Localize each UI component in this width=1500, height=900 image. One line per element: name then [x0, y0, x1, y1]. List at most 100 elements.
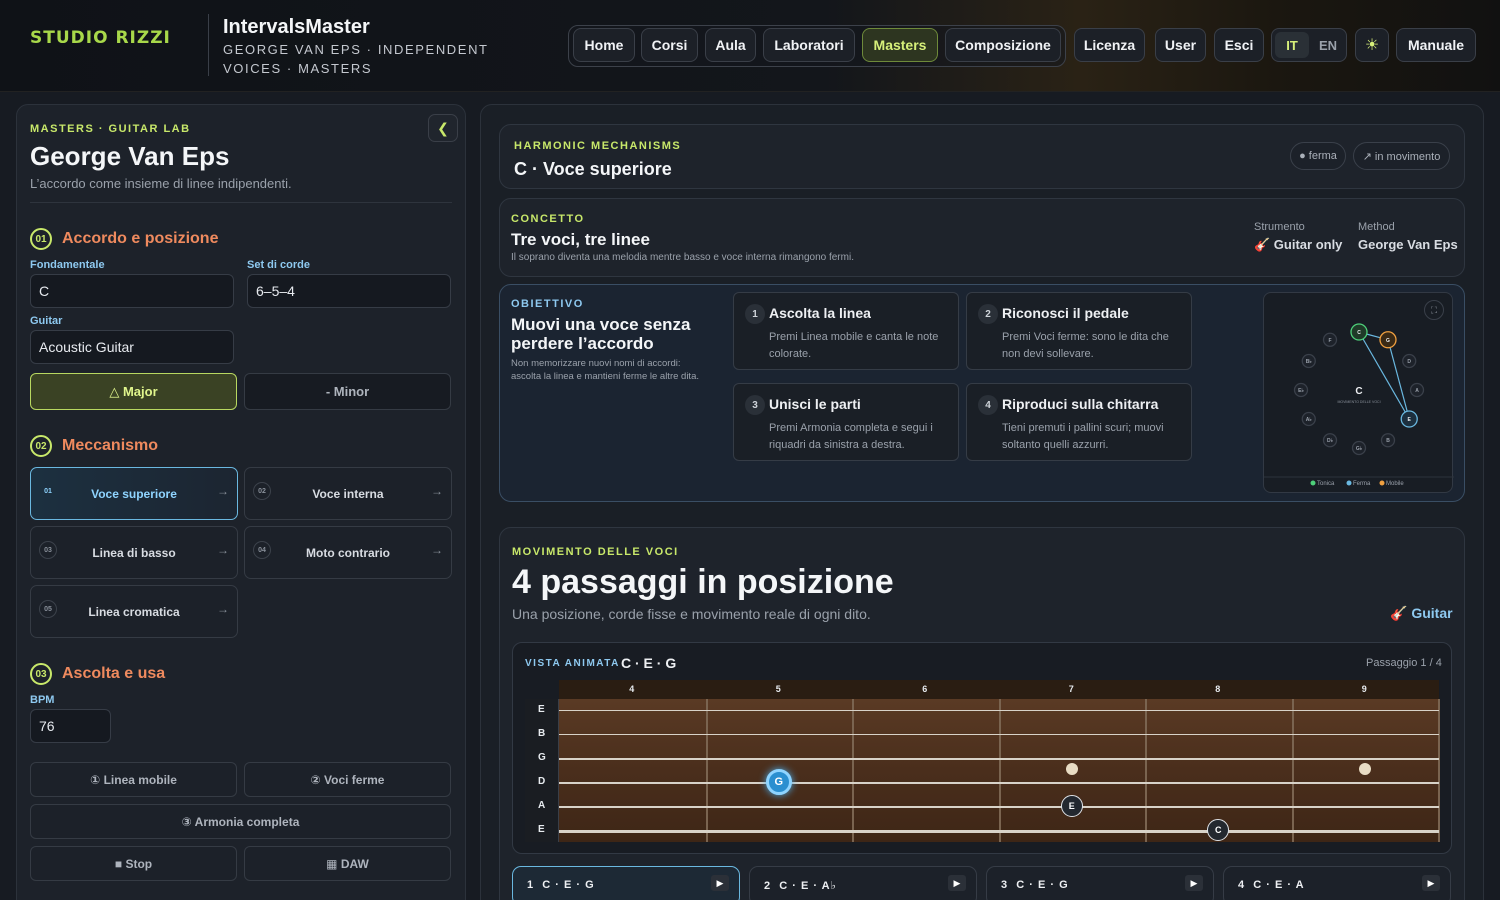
step-title: Riproduci sulla chitarra — [1002, 396, 1159, 412]
wheel-note-label: C — [1357, 330, 1361, 336]
minor-button[interactable]: - Minor — [244, 373, 451, 410]
fret-wire — [1291, 699, 1294, 842]
nav-laboratori[interactable]: Laboratori — [763, 28, 855, 62]
play-icon[interactable]: ▶ — [1185, 875, 1203, 891]
legend-ferma-pill: ● ferma — [1290, 142, 1346, 170]
movement-eyebrow: MOVIMENTO DELLE VOCI — [512, 546, 679, 558]
set-corde-select[interactable]: 6–5–4 — [247, 274, 451, 308]
tab-chord: C · E · G — [1016, 879, 1069, 891]
mechanism-linea-cromatica[interactable]: 05 Linea cromatica → — [30, 585, 238, 638]
mechanism-voce-interna[interactable]: 02 Voce interna → — [244, 467, 452, 520]
fretboard-note[interactable]: E — [1060, 795, 1083, 817]
fondamentale-select[interactable]: C — [30, 274, 234, 308]
mechanism-label: Linea di basso — [92, 545, 176, 560]
mechanism-number: 01 — [44, 487, 52, 495]
fret-number: 8 — [1215, 684, 1221, 694]
guitar-link[interactable]: 🎸 Guitar — [1390, 605, 1453, 622]
step-tab-2[interactable]: 2 C · E · A♭ ▶ — [749, 866, 977, 900]
esci-button[interactable]: Esci — [1214, 28, 1264, 62]
mechanism-label: Voce superiore — [91, 486, 177, 501]
manuale-button[interactable]: Manuale — [1396, 28, 1476, 62]
daw-button[interactable]: ▦ DAW — [244, 846, 451, 881]
voci-ferme-button[interactable]: ② Voci ferme — [244, 762, 451, 797]
step-desc: Tieni premuti i pallini scuri; muovi sol… — [1002, 422, 1164, 451]
fret-inlay-dot — [1065, 763, 1078, 775]
section-number: 02 — [30, 435, 52, 457]
fret-number: 4 — [629, 684, 635, 694]
circle-of-fifths-diagram: C MOVIMENTO DELLE VOCI Tonica Ferma Mobi… — [1264, 323, 1454, 487]
bpm-input[interactable]: 76 — [30, 709, 111, 743]
play-icon[interactable]: ▶ — [1422, 875, 1440, 891]
mechanism-voce-superiore[interactable]: 01 Voce superiore → — [30, 467, 238, 520]
concept-desc: Il soprano diventa una melodia mentre ba… — [511, 252, 854, 263]
bpm-label: BPM — [30, 694, 55, 706]
page-subtitle: L’accordo come insieme di linee indipend… — [30, 176, 292, 191]
collapse-panel-button[interactable]: ❮ — [428, 114, 458, 142]
step-tab-3[interactable]: 3 C · E · G ▶ — [986, 866, 1214, 900]
concept-eyebrow: CONCETTO — [511, 213, 585, 225]
step-title: Ascolta la linea — [769, 305, 871, 321]
major-button[interactable]: △ Major — [30, 373, 237, 410]
fret-wire — [852, 699, 854, 842]
play-icon[interactable]: ▶ — [948, 875, 966, 891]
language-switch: IT EN — [1271, 28, 1347, 62]
nav-composizione[interactable]: Composizione — [945, 28, 1061, 62]
tab-chord: C · E · G — [542, 879, 595, 891]
guitar-select[interactable]: Acoustic Guitar — [30, 330, 234, 364]
linea-mobile-button[interactable]: ① Linea mobile — [30, 762, 237, 797]
tab-chord: C · E · A♭ — [779, 880, 837, 892]
app-header: STUDIO RIZZI IntervalsMaster GEORGE VAN … — [0, 0, 1500, 92]
section-title-ascolta: Ascolta e usa — [62, 665, 166, 682]
sun-icon[interactable]: ☀ — [1355, 28, 1389, 62]
step-tab-4[interactable]: 4 C · E · A ▶ — [1223, 866, 1451, 900]
app-title: IntervalsMaster — [223, 16, 370, 38]
fretboard-note[interactable]: G — [765, 769, 792, 795]
wheel-note-label: B♭ — [1306, 359, 1313, 365]
tab-number: 2 — [764, 880, 772, 892]
armonia-completa-button[interactable]: ③ Armonia completa — [30, 804, 451, 839]
guitar-string — [559, 734, 1439, 736]
string-label: E — [538, 824, 545, 835]
section-title-meccanismo: Meccanismo — [62, 437, 159, 454]
guitar-string — [559, 806, 1439, 809]
voice-wheel-card: ⛶ C MOVIMENTO DELLE VOCI Tonica Ferma Mo… — [1263, 292, 1454, 493]
step-card: 1 Ascolta la linea Premi Linea mobile e ca… — [733, 292, 959, 370]
arrow-right-icon: → — [431, 543, 443, 557]
mechanism-linea-basso[interactable]: 03 Linea di basso → — [30, 526, 238, 579]
wheel-note-label: A — [1415, 388, 1419, 394]
nav-masters[interactable]: Masters — [862, 28, 938, 62]
wheel-note-label: B — [1386, 438, 1390, 444]
nav-corsi[interactable]: Corsi — [641, 28, 698, 62]
fret-wire — [1145, 699, 1147, 842]
lang-it[interactable]: IT — [1275, 32, 1309, 58]
mechanism-title: C · Voce superiore — [514, 159, 672, 179]
step-number: 2 — [978, 304, 998, 324]
play-icon[interactable]: ▶ — [711, 875, 729, 891]
licenza-button[interactable]: Licenza — [1074, 28, 1145, 62]
section-title-accordo: Accordo e posizione — [62, 230, 219, 247]
nav-home[interactable]: Home — [573, 28, 635, 62]
strumento-label: Strumento — [1254, 221, 1305, 233]
lang-en[interactable]: EN — [1311, 32, 1345, 58]
mechanism-label: Moto contrario — [306, 545, 390, 560]
mechanism-moto-contrario[interactable]: 04 Moto contrario → — [244, 526, 452, 579]
nav-aula[interactable]: Aula — [705, 28, 756, 62]
section-number: 03 — [30, 663, 52, 685]
method-label: Method — [1358, 221, 1395, 233]
fret-number: 6 — [922, 684, 928, 694]
objective-desc: Non memorizzare nuovi nomi di accordi: a… — [511, 358, 699, 382]
wheel-note-label: D♭ — [1327, 438, 1334, 444]
string-label: A — [538, 800, 546, 811]
app-subtitle: GEORGE VAN EPS · INDEPENDENT VOICES · MA… — [223, 42, 489, 76]
mechanism-number: 02 — [253, 482, 271, 500]
fondamentale-label: Fondamentale — [30, 259, 105, 271]
step-number: 1 — [745, 304, 765, 324]
string-label: G — [538, 752, 546, 763]
studio-rizzi-logo[interactable]: STUDIO RIZZI — [30, 28, 171, 48]
step-card: 4 Riproduci sulla chitarra Tieni premuti i… — [966, 383, 1192, 461]
stop-button[interactable]: ■ Stop — [30, 846, 237, 881]
step-tab-1[interactable]: 1 C · E · G ▶ — [512, 866, 740, 900]
user-button[interactable]: User — [1155, 28, 1206, 62]
legend-tonica: Tonica — [1317, 481, 1335, 487]
fret-number: 7 — [1068, 684, 1074, 694]
